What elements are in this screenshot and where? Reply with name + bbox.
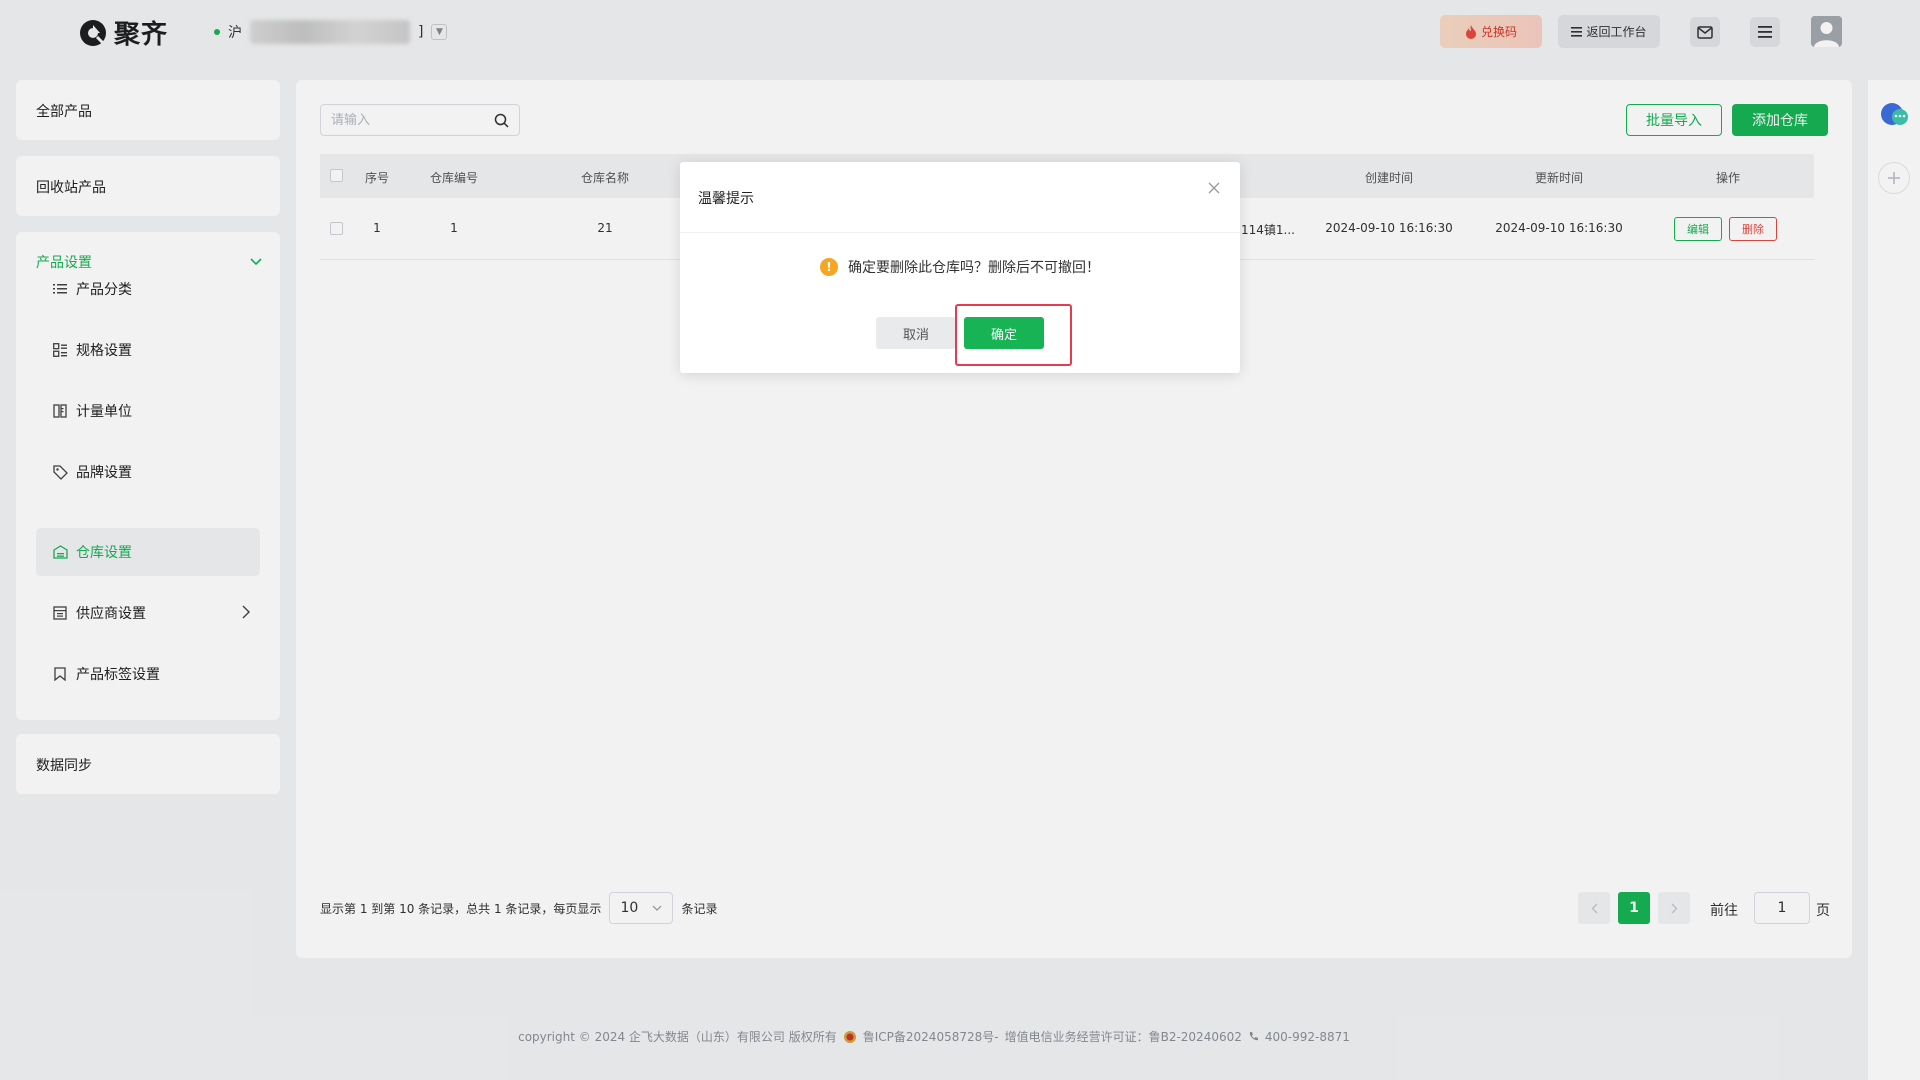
dialog-message-text: 确定要删除此仓库吗？删除后不可撤回！ [848,260,1100,276]
cancel-button[interactable]: 取消 [876,317,956,349]
dialog-divider [680,232,1240,233]
dialog-title: 温馨提示 [698,191,754,207]
confirm-highlight-box [955,304,1072,366]
warning-icon: ! [820,258,838,276]
dialog-message: ! 确定要删除此仓库吗？删除后不可撤回！ [820,257,1100,277]
close-icon[interactable] [1206,180,1222,196]
